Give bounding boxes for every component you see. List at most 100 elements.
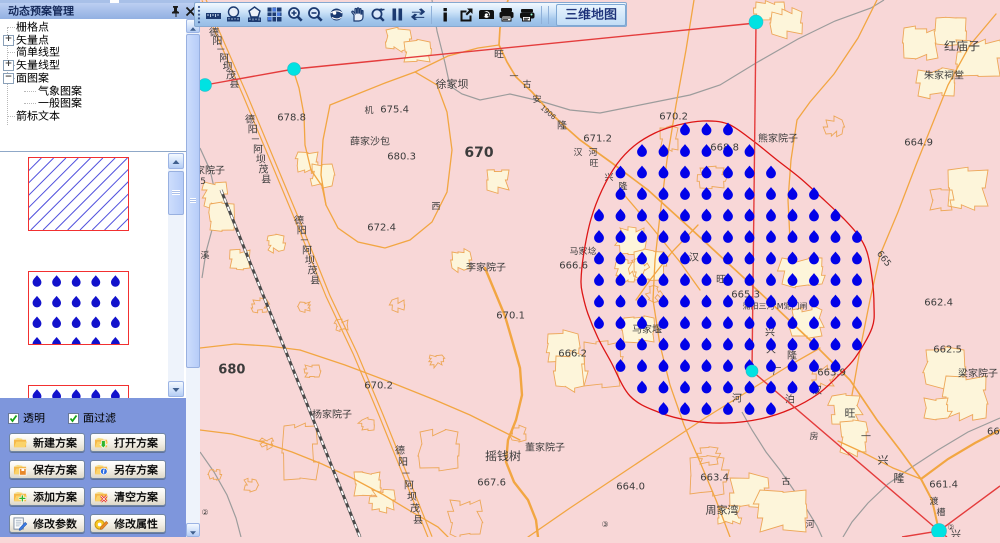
grid-icon[interactable]: [264, 4, 284, 25]
tree-connector: [7, 27, 15, 28]
print-preview-icon[interactable]: [517, 4, 537, 25]
svg-text:5: 5: [200, 177, 206, 187]
svg-text:664.0: 664.0: [616, 482, 645, 493]
swap-icon[interactable]: [408, 4, 428, 25]
button-label: [32, 490, 78, 504]
sidebar-scrollbar-thumb[interactable]: [186, 34, 200, 368]
tree-item-一般图案[interactable]: [37, 97, 83, 109]
sidebar-scrollbar[interactable]: [186, 19, 200, 537]
export-icon[interactable]: [456, 4, 476, 25]
print-icon[interactable]: [497, 4, 517, 25]
button-label: [32, 517, 78, 531]
route-handle[interactable]: [932, 524, 947, 538]
zoom-out-icon[interactable]: [305, 4, 325, 25]
button-另存方案[interactable]: i: [90, 460, 166, 479]
svg-text:664.9: 664.9: [904, 138, 933, 149]
svg-text:665.3: 665.3: [731, 290, 760, 301]
panel-titlebar: [0, 3, 200, 19]
svg-text:670.2: 670.2: [659, 112, 688, 123]
toolbar-grip[interactable]: [195, 4, 203, 25]
folder-add-icon: [13, 490, 28, 503]
tree-item-label: [15, 109, 61, 123]
tree-item-简单线型[interactable]: [15, 46, 61, 58]
folder-save-icon: [13, 463, 28, 476]
svg-text:③: ③: [602, 520, 609, 529]
tree-item-气象图案[interactable]: [37, 85, 83, 97]
button-label: [32, 436, 78, 450]
panel-title: [7, 4, 75, 18]
route-handle[interactable]: [749, 15, 763, 29]
svg-text:672.4: 672.4: [367, 223, 396, 234]
info-icon[interactable]: [435, 4, 455, 25]
route-handle[interactable]: [288, 63, 301, 76]
tree-connector: [7, 116, 15, 117]
button-保存方案[interactable]: [9, 460, 85, 479]
tree-connector: [24, 103, 36, 104]
expand-icon[interactable]: +: [3, 60, 14, 71]
route-handle[interactable]: [200, 79, 212, 92]
svg-text:670.2: 670.2: [364, 381, 393, 392]
measure-distance-icon[interactable]: [203, 4, 223, 25]
plan-controls-panel: i: [0, 398, 186, 537]
scroll-up-button[interactable]: [168, 153, 184, 169]
tree-item-矢量点[interactable]: [15, 34, 50, 46]
zoom-in-icon[interactable]: [285, 4, 305, 25]
route-handle[interactable]: [746, 365, 758, 377]
button-label: [113, 436, 159, 450]
svg-text:662.5: 662.5: [933, 345, 962, 356]
button-新建方案[interactable]: [9, 433, 85, 452]
svg-text:670: 670: [464, 145, 493, 161]
map-viewport[interactable]: 1906664.9670.2671.2668.8678.8675.4680.36…: [200, 0, 1000, 537]
svg-text:662.4: 662.4: [924, 298, 953, 309]
folder-clear-icon: [94, 490, 109, 503]
tree-item-矢量线型[interactable]: [15, 59, 61, 71]
button-清空方案[interactable]: [90, 487, 166, 506]
tree-item-箭标文本[interactable]: [15, 110, 61, 122]
button-打开方案[interactable]: [90, 433, 166, 452]
button-修改属性[interactable]: [90, 514, 166, 533]
pattern-swatch-hatch-0[interactable]: [28, 157, 129, 231]
edit-props-icon: [94, 517, 109, 530]
tree-connector: [24, 91, 36, 92]
svg-text:'M': 'M': [775, 302, 786, 311]
svg-text:671.2: 671.2: [583, 134, 612, 145]
button-label: [113, 463, 159, 477]
tree-connector: [7, 52, 15, 53]
expand-icon[interactable]: +: [3, 35, 14, 46]
checkbox-透明[interactable]: [8, 413, 19, 424]
plan-manager-panel: + + − i: [0, 0, 200, 537]
pattern-swatch-drops-1[interactable]: [28, 271, 129, 345]
map-background: [200, 0, 1000, 537]
map-canvas[interactable]: 1906664.9670.2671.2668.8678.8675.4680.36…: [200, 0, 1000, 537]
folder-open-icon: [94, 436, 109, 449]
pattern-list-scrollbar[interactable]: [168, 153, 184, 397]
tree-item-面图案[interactable]: [15, 72, 50, 84]
scroll-down-button[interactable]: [168, 381, 184, 397]
tree-item-栅格点[interactable]: [15, 21, 50, 33]
pan-hand-icon[interactable]: [346, 4, 366, 25]
button-label: [32, 463, 78, 477]
folder-new-icon: [13, 436, 28, 449]
pause-icon[interactable]: [387, 4, 407, 25]
map-3d-button[interactable]: [556, 4, 626, 26]
globe-icon[interactable]: [326, 4, 346, 25]
zoom-previous-icon[interactable]: [367, 4, 387, 25]
scrollbar-thumb[interactable]: [168, 171, 184, 215]
pin-icon[interactable]: [169, 5, 182, 18]
pattern-swatch-drops-2[interactable]: [28, 385, 129, 398]
snapshot-icon[interactable]: [476, 4, 496, 25]
checkbox-面过滤[interactable]: [68, 413, 79, 424]
button-添加方案[interactable]: [9, 487, 85, 506]
edit-params-icon: [13, 517, 28, 530]
button-修改参数[interactable]: [9, 514, 85, 533]
svg-text:680.3: 680.3: [387, 152, 416, 163]
collapse-icon[interactable]: −: [3, 73, 14, 84]
map-3d-button-label: [564, 6, 618, 23]
toolbar-separator: [431, 6, 432, 24]
measure-area-icon[interactable]: [223, 4, 243, 25]
svg-text:680: 680: [218, 363, 245, 378]
button-label: [113, 490, 159, 504]
sidebar-scroll-down-button[interactable]: [186, 523, 200, 537]
measure-polygon-icon[interactable]: [244, 4, 264, 25]
svg-text:②: ②: [202, 508, 209, 517]
